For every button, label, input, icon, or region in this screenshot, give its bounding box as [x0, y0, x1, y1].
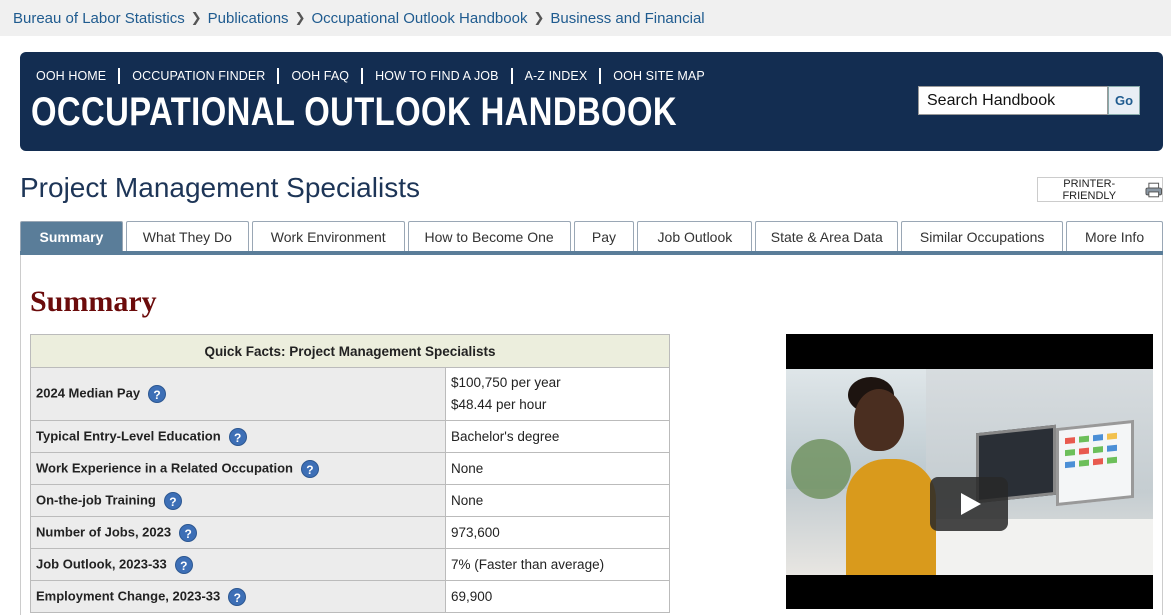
- fact-label: Number of Jobs, 2023: [36, 523, 172, 539]
- tab-more-info[interactable]: More Info: [1066, 221, 1163, 251]
- nav-divider: [118, 68, 121, 84]
- tab-work-environment[interactable]: Work Environment: [251, 221, 405, 251]
- fact-value: 69,900: [445, 580, 670, 613]
- table-row: 2024 Median Pay? $100,750 per year $48.4…: [30, 367, 670, 421]
- table-row: Typical Entry-Level Education? Bachelor'…: [30, 420, 670, 453]
- breadcrumb-publications[interactable]: Publications: [208, 10, 289, 27]
- help-icon[interactable]: ?: [300, 459, 319, 478]
- go-button[interactable]: Go: [1108, 86, 1140, 115]
- help-icon[interactable]: ?: [179, 523, 198, 542]
- table-row: Job Outlook, 2023-33? 7% (Faster than av…: [30, 548, 670, 581]
- tab-job-outlook[interactable]: Job Outlook: [637, 221, 753, 251]
- quick-facts-table: Quick Facts: Project Management Speciali…: [30, 334, 670, 613]
- nav-ooh-faq[interactable]: OOH FAQ: [291, 69, 349, 83]
- help-icon[interactable]: ?: [148, 385, 167, 403]
- fact-value: Bachelor's degree: [445, 420, 670, 453]
- printer-friendly-label: PRINTER-FRIENDLY: [1062, 177, 1117, 202]
- fact-label: Employment Change, 2023-33: [36, 587, 221, 603]
- handbook-title[interactable]: OCCUPATIONAL OUTLOOK HANDBOOK: [31, 90, 677, 135]
- nav-ooh-site-map[interactable]: OOH SITE MAP: [613, 69, 705, 83]
- breadcrumb-ooh[interactable]: Occupational Outlook Handbook: [311, 10, 527, 27]
- ooh-banner: OOH HOME OCCUPATION FINDER OOH FAQ HOW T…: [20, 52, 1163, 151]
- fact-value: 7% (Faster than average): [445, 548, 670, 581]
- quick-facts-header-row: Quick Facts: Project Management Speciali…: [30, 334, 670, 368]
- fact-value: None: [445, 484, 670, 517]
- nav-az-index[interactable]: A-Z INDEX: [525, 69, 588, 83]
- help-icon[interactable]: ?: [228, 587, 247, 606]
- tab-how-to-become-one[interactable]: How to Become One: [407, 221, 571, 251]
- fact-label: Job Outlook, 2023-33: [36, 555, 167, 571]
- play-button[interactable]: [930, 477, 1008, 531]
- search-input[interactable]: [918, 86, 1108, 115]
- nav-how-to-find-job[interactable]: HOW TO FIND A JOB: [375, 69, 498, 83]
- chevron-right-icon: ❯: [190, 10, 202, 25]
- quick-facts-header: Quick Facts: Project Management Speciali…: [30, 334, 670, 368]
- tab-summary[interactable]: Summary: [20, 221, 123, 251]
- printer-friendly-button[interactable]: PRINTER-FRIENDLY: [1037, 177, 1163, 202]
- video-thumbnail: [786, 369, 1153, 575]
- fact-label: On-the-job Training: [36, 491, 156, 507]
- median-pay-hour: $48.44 per hour: [451, 397, 547, 412]
- help-icon[interactable]: ?: [163, 491, 182, 510]
- chevron-right-icon: ❯: [294, 10, 306, 25]
- table-row: Work Experience in a Related Occupation?…: [30, 452, 670, 485]
- tab-similar-occupations[interactable]: Similar Occupations: [901, 221, 1064, 251]
- printer-icon: [1145, 182, 1162, 197]
- breadcrumb: Bureau of Labor Statistics ❯ Publication…: [0, 0, 1171, 36]
- help-icon[interactable]: ?: [174, 555, 193, 574]
- help-icon[interactable]: ?: [228, 427, 247, 446]
- play-icon: [961, 493, 981, 515]
- summary-heading: Summary: [30, 285, 157, 318]
- nav-divider: [510, 68, 513, 84]
- page-title: Project Management Specialists: [20, 172, 420, 203]
- median-pay-year: $100,750 per year: [451, 375, 561, 390]
- occupation-tabs: Summary What They Do Work Environment Ho…: [20, 221, 1163, 255]
- nav-occupation-finder[interactable]: OCCUPATION FINDER: [132, 69, 265, 83]
- chevron-right-icon: ❯: [533, 10, 545, 25]
- breadcrumb-business-financial[interactable]: Business and Financial: [550, 10, 704, 27]
- tab-state-area-data[interactable]: State & Area Data: [755, 221, 899, 251]
- search-form: Go: [918, 86, 1140, 115]
- fact-value: None: [445, 452, 670, 485]
- nav-divider: [599, 68, 602, 84]
- fact-value: 973,600: [445, 516, 670, 549]
- fact-label: Typical Entry-Level Education: [36, 427, 221, 443]
- table-row: Number of Jobs, 2023? 973,600: [30, 516, 670, 549]
- tab-pay[interactable]: Pay: [573, 221, 635, 251]
- nav-divider: [277, 68, 280, 84]
- tab-what-they-do[interactable]: What They Do: [125, 221, 249, 251]
- top-nav: OOH HOME OCCUPATION FINDER OOH FAQ HOW T…: [36, 68, 705, 84]
- breadcrumb-bls[interactable]: Bureau of Labor Statistics: [13, 10, 185, 27]
- fact-label: Work Experience in a Related Occupation: [36, 459, 293, 475]
- nav-divider: [361, 68, 364, 84]
- table-row: On-the-job Training? None: [30, 484, 670, 517]
- nav-ooh-home[interactable]: OOH HOME: [36, 69, 106, 83]
- median-pay-label: 2024 Median Pay: [36, 385, 141, 401]
- video-player[interactable]: [786, 334, 1153, 609]
- table-row: Employment Change, 2023-33? 69,900: [30, 580, 670, 613]
